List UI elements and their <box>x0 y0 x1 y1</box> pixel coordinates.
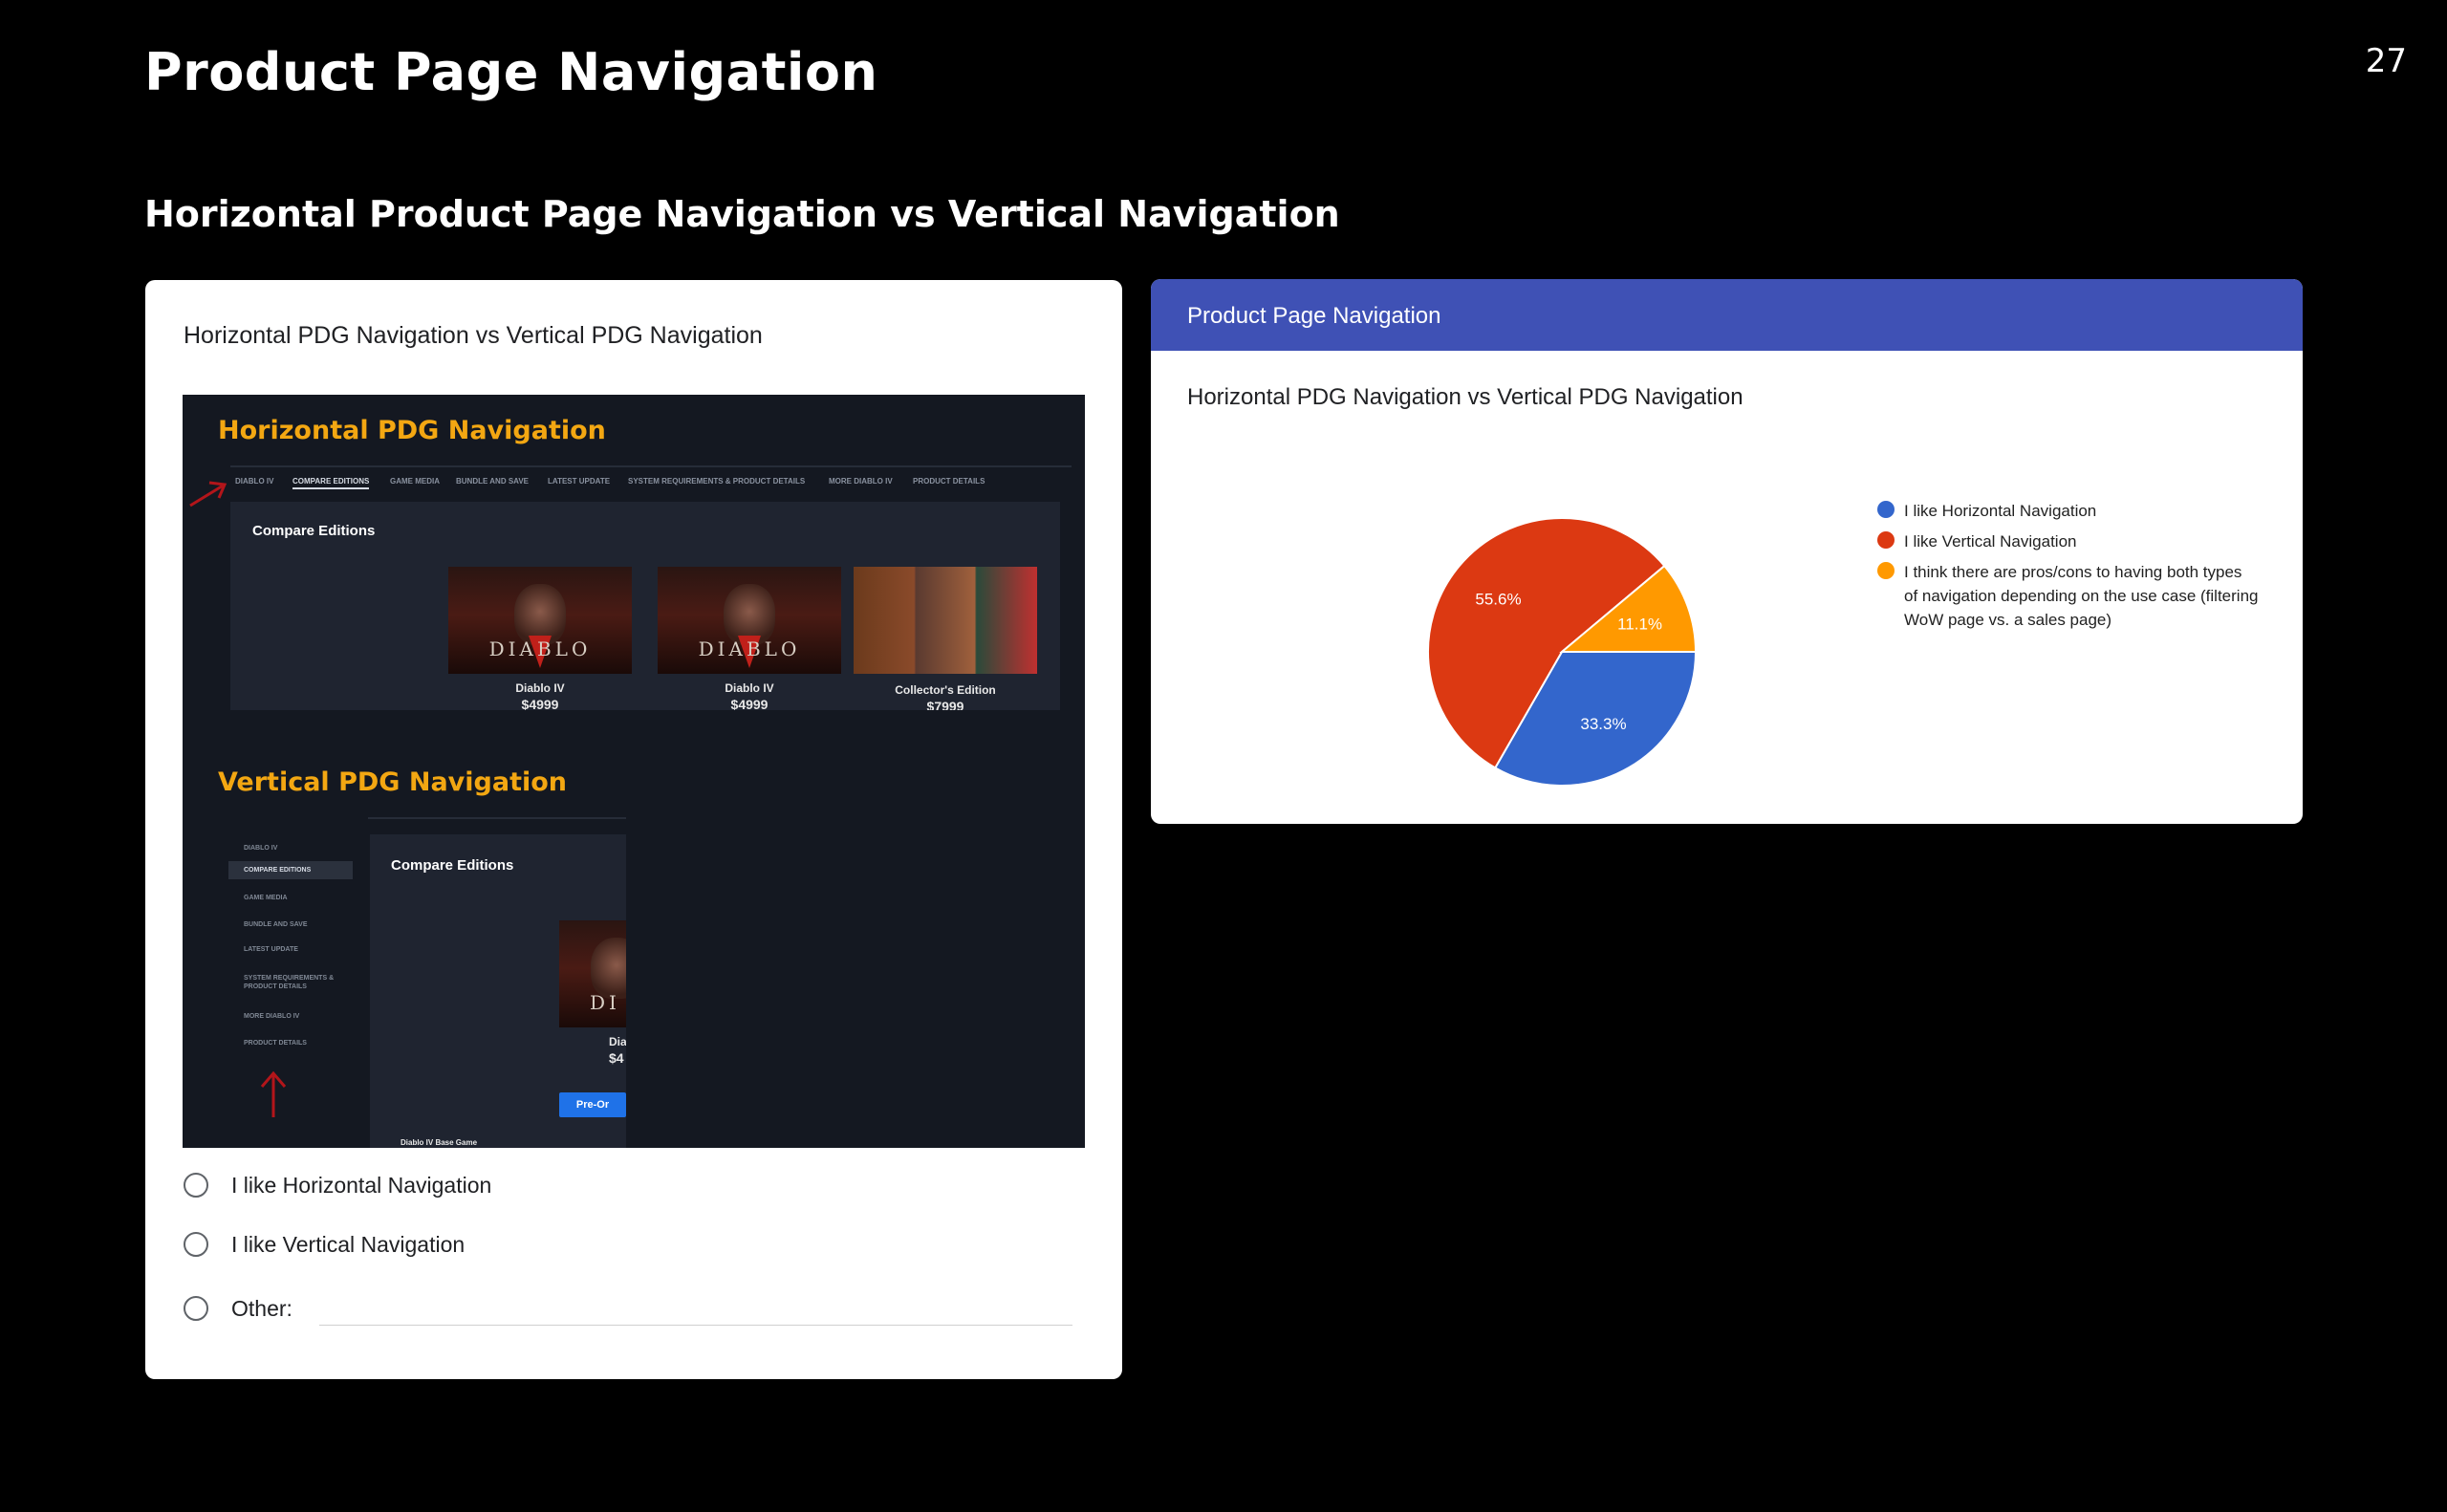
option-other[interactable]: Other: <box>184 1291 292 1326</box>
chart-title: Horizontal PDG Navigation vs Vertical PD… <box>1187 384 1743 410</box>
edition-thumbnail: DI <box>559 920 626 1027</box>
survey-question-card: Horizontal PDG Navigation vs Vertical PD… <box>145 280 1122 1379</box>
edition-price: $7999 <box>926 699 964 710</box>
diablo-logo-text: DIABLO <box>698 637 801 660</box>
question-text: Horizontal PDG Navigation vs Vertical PD… <box>184 322 763 349</box>
diablo-logo-text: DIABLO <box>488 637 592 660</box>
pie-label-pros-cons: 11.1% <box>1617 615 1662 633</box>
edition-thumbnail: DIABLO <box>658 567 841 674</box>
pre-order-button: Pre-Or <box>559 1092 626 1117</box>
vnav-item-active: COMPARE EDITIONS <box>228 861 353 879</box>
nav-divider <box>368 817 626 819</box>
radio-button[interactable] <box>184 1296 208 1321</box>
radio-button[interactable] <box>184 1173 208 1198</box>
hnav-item-active: COMPARE EDITIONS <box>292 477 370 489</box>
option-vertical[interactable]: I like Vertical Navigation <box>184 1227 465 1262</box>
vertical-heading: Vertical PDG Navigation <box>218 767 568 797</box>
vnav-item: BUNDLE AND SAVE <box>244 921 308 928</box>
hnav-item: LATEST UPDATE <box>548 477 611 486</box>
legend-label: I like Vertical Navigation <box>1904 532 2077 551</box>
results-header: Product Page Navigation <box>1151 279 2303 351</box>
hnav-item: SYSTEM REQUIREMENTS & PRODUCT DETAILS <box>628 477 806 486</box>
diablo-logo-text: DI <box>590 991 620 1014</box>
legend-item-vertical: I like Vertical Navigation <box>1877 529 2260 553</box>
arrow-right-icon <box>189 481 227 508</box>
edition-name: Diablo IV <box>725 681 774 695</box>
edition-name: Diablo IV <box>515 681 565 695</box>
horizontal-heading: Horizontal PDG Navigation <box>218 416 606 445</box>
compare-editions-title: Compare Editions <box>252 523 376 539</box>
image-background <box>626 815 1085 1148</box>
legend-swatch <box>1877 531 1895 549</box>
arrow-up-icon <box>260 1070 287 1117</box>
hnav-item: PRODUCT DETAILS <box>913 477 985 486</box>
legend-label: I like Horizontal Navigation <box>1904 502 2097 520</box>
hnav-item: MORE DIABLO IV <box>829 477 893 486</box>
hnav-item: DIABLO IV <box>235 477 274 486</box>
results-header-title: Product Page Navigation <box>1187 303 1441 329</box>
radio-button[interactable] <box>184 1232 208 1257</box>
other-text-input[interactable] <box>319 1325 1072 1326</box>
hnav-item: GAME MEDIA <box>390 477 440 486</box>
legend-label: I think there are pros/cons to having bo… <box>1904 563 2259 629</box>
vnav-item: SYSTEM REQUIREMENTS & PRODUCT DETAILS <box>244 975 335 990</box>
vnav-item: MORE DIABLO IV <box>244 1013 300 1020</box>
legend-item-pros-cons: I think there are pros/cons to having bo… <box>1877 560 2260 632</box>
compare-editions-panel: Compare Editions DIABLO Diablo IV $4999 … <box>230 502 1060 710</box>
vnav-item: DIABLO IV <box>244 845 278 852</box>
vnav-item: LATEST UPDATE <box>244 946 298 953</box>
legend-swatch <box>1877 501 1895 518</box>
legend-item-horizontal: I like Horizontal Navigation <box>1877 499 2260 523</box>
pie-label-horizontal: 33.3% <box>1580 715 1626 733</box>
option-label: I like Horizontal Navigation <box>231 1172 492 1198</box>
vnav-item: PRODUCT DETAILS <box>244 1040 307 1047</box>
vertical-compare-panel: Compare Editions DI Diab $4 Pre-Or Diabl… <box>370 834 634 1148</box>
pie-chart: 33.3% 55.6% 11.1% <box>1427 517 1698 787</box>
hnav-item: BUNDLE AND SAVE <box>456 477 530 486</box>
option-label: Other: <box>231 1295 292 1321</box>
option-label: I like Vertical Navigation <box>231 1231 466 1257</box>
edition-price: $4999 <box>730 697 769 710</box>
compare-editions-title: Compare Editions <box>391 857 514 874</box>
navigation-comparison-image: Horizontal PDG Navigation DIABLO IV COMP… <box>183 395 1085 1148</box>
base-game-label: Diablo IV Base Game <box>401 1138 478 1147</box>
chart-legend: I like Horizontal Navigation I like Verti… <box>1877 499 2260 638</box>
legend-swatch <box>1877 562 1895 579</box>
pie-label-vertical: 55.6% <box>1475 590 1521 608</box>
section-title: Horizontal Product Page Navigation vs Ve… <box>144 193 1340 235</box>
edition-name: Collector's Edition <box>895 683 996 697</box>
page-title: Product Page Navigation <box>144 42 878 102</box>
vnav-item: GAME MEDIA <box>244 895 288 901</box>
option-horizontal[interactable]: I like Horizontal Navigation <box>184 1168 491 1202</box>
results-card: Product Page Navigation Horizontal PDG N… <box>1151 279 2303 824</box>
edition-price: $4999 <box>521 697 559 710</box>
nav-divider <box>230 465 1072 467</box>
edition-thumbnail: DIABLO <box>448 567 632 674</box>
collectors-edition-thumbnail <box>854 567 1037 674</box>
page-number: 27 <box>2365 42 2407 80</box>
